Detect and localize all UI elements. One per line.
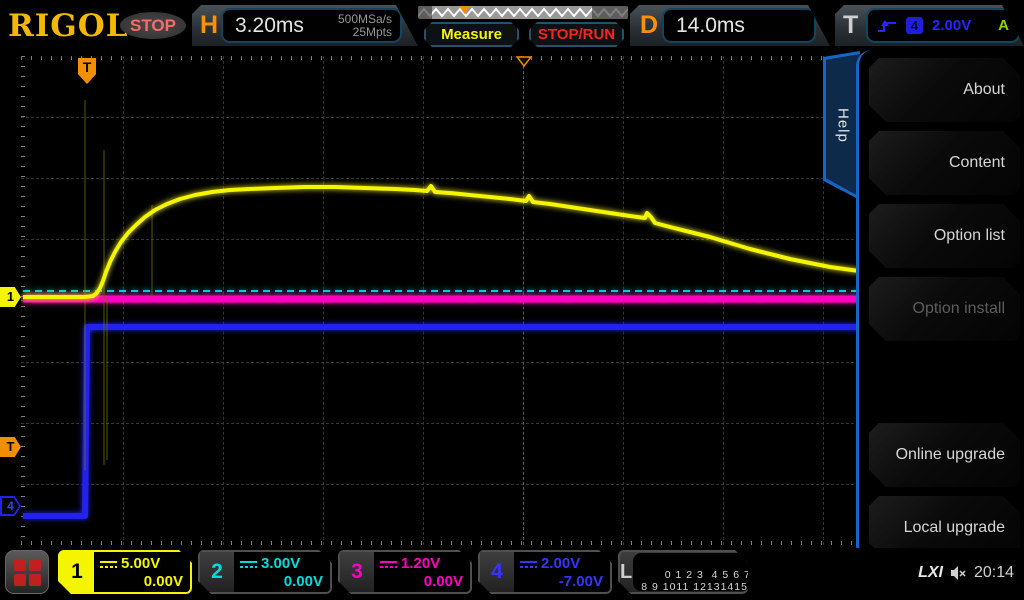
- help-menu-panel: About Content Option list Option install…: [856, 50, 1024, 562]
- rigol-logo: RIGOL: [8, 8, 129, 44]
- memory-position-bar[interactable]: [418, 6, 628, 19]
- channel1-status-box[interactable]: 1 5.00V 0.00V: [58, 550, 192, 594]
- trigger-level-value: 2.00V: [932, 17, 972, 34]
- dc-coupling-icon: [240, 560, 257, 569]
- channel3-offset: 0.00V: [423, 573, 463, 590]
- trigger-mode-indicator: A: [998, 17, 1009, 34]
- dc-coupling-icon: [380, 560, 397, 569]
- trigger-level-flag[interactable]: T: [0, 437, 21, 457]
- delay-label: D: [640, 11, 659, 39]
- delay-panel[interactable]: D 14.0ms: [630, 5, 830, 46]
- help-tab-label: Help: [834, 108, 852, 143]
- main-menu-button[interactable]: [5, 550, 49, 594]
- channel1-number: 1: [60, 552, 94, 592]
- channel2-status-box[interactable]: 2 3.00V 0.00V: [198, 550, 332, 594]
- channel4-position-flag[interactable]: 4: [0, 496, 21, 516]
- horizontal-label: H: [200, 11, 219, 39]
- channel3-status-box[interactable]: 3 1.20V 0.00V: [338, 550, 472, 594]
- measure-button[interactable]: Measure: [424, 22, 519, 47]
- horizontal-panel[interactable]: H 3.20ms 500MSa/s 25Mpts: [192, 5, 418, 46]
- help-tab[interactable]: Help: [823, 51, 860, 200]
- trigger-source-badge: 4: [906, 17, 923, 34]
- channel2-offset: 0.00V: [283, 573, 323, 590]
- dc-coupling-icon: [520, 560, 537, 569]
- menu-item-online-upgrade[interactable]: Online upgrade: [869, 423, 1020, 487]
- menu-item-content[interactable]: Content: [869, 131, 1020, 195]
- channel1-position-flag[interactable]: 1: [0, 287, 21, 307]
- trigger-label: T: [843, 11, 859, 39]
- trigger-slope-icon: [877, 18, 897, 33]
- channel3-scale: 1.20V: [401, 555, 441, 572]
- channel1-offset: 0.00V: [143, 573, 183, 590]
- menu-empty-slot: [869, 350, 1020, 423]
- menu-item-option-list[interactable]: Option list: [869, 204, 1020, 268]
- stop-run-button[interactable]: STOP/RUN: [529, 22, 624, 47]
- menu-item-option-install: Option install: [869, 277, 1020, 341]
- channel4-number: 4: [480, 552, 514, 592]
- menu-grid-icon: [13, 558, 26, 571]
- channel1-scale: 5.00V: [121, 555, 161, 572]
- logic-channels-box[interactable]: L 0 1 2 3 4 5 6 78 9 1011 12131415: [618, 550, 748, 594]
- sound-muted-icon: [950, 566, 966, 580]
- channel4-status-box[interactable]: 4 2.00V -7.00V: [478, 550, 612, 594]
- channel4-offset: -7.00V: [558, 573, 603, 590]
- channel2-number: 2: [200, 552, 234, 592]
- top-status-bar: RIGOL STOP H 3.20ms 500MSa/s 25Mpts Meas…: [0, 0, 1024, 50]
- channel1-trace: [23, 184, 860, 299]
- horizontal-center-marker: [516, 56, 532, 67]
- dc-coupling-icon: [100, 560, 117, 569]
- bottom-status-bar: 1 5.00V 0.00V 2 3.00V 0.00V 3 1.20V 0.00…: [0, 548, 1024, 600]
- channel4-trace: [23, 324, 859, 519]
- channel3-number: 3: [340, 552, 374, 592]
- timebase-value: 3.20ms: [235, 13, 304, 37]
- logic-channel-numbers: 0 1 2 3 4 5 6 78 9 1011 12131415: [633, 553, 751, 591]
- menu-item-about[interactable]: About: [869, 58, 1020, 122]
- sample-rate-value: 500MSa/s 25Mpts: [337, 11, 392, 39]
- clock: 20:14: [973, 564, 1014, 581]
- channel2-scale: 3.00V: [261, 555, 301, 572]
- trigger-panel[interactable]: T 4 2.00V A: [835, 5, 1024, 46]
- run-state-badge: STOP: [120, 12, 186, 39]
- logic-label: L: [620, 560, 633, 583]
- channel4-scale: 2.00V: [541, 555, 581, 572]
- lxi-indicator: LXI: [918, 564, 943, 581]
- delay-value: 14.0ms: [676, 13, 745, 37]
